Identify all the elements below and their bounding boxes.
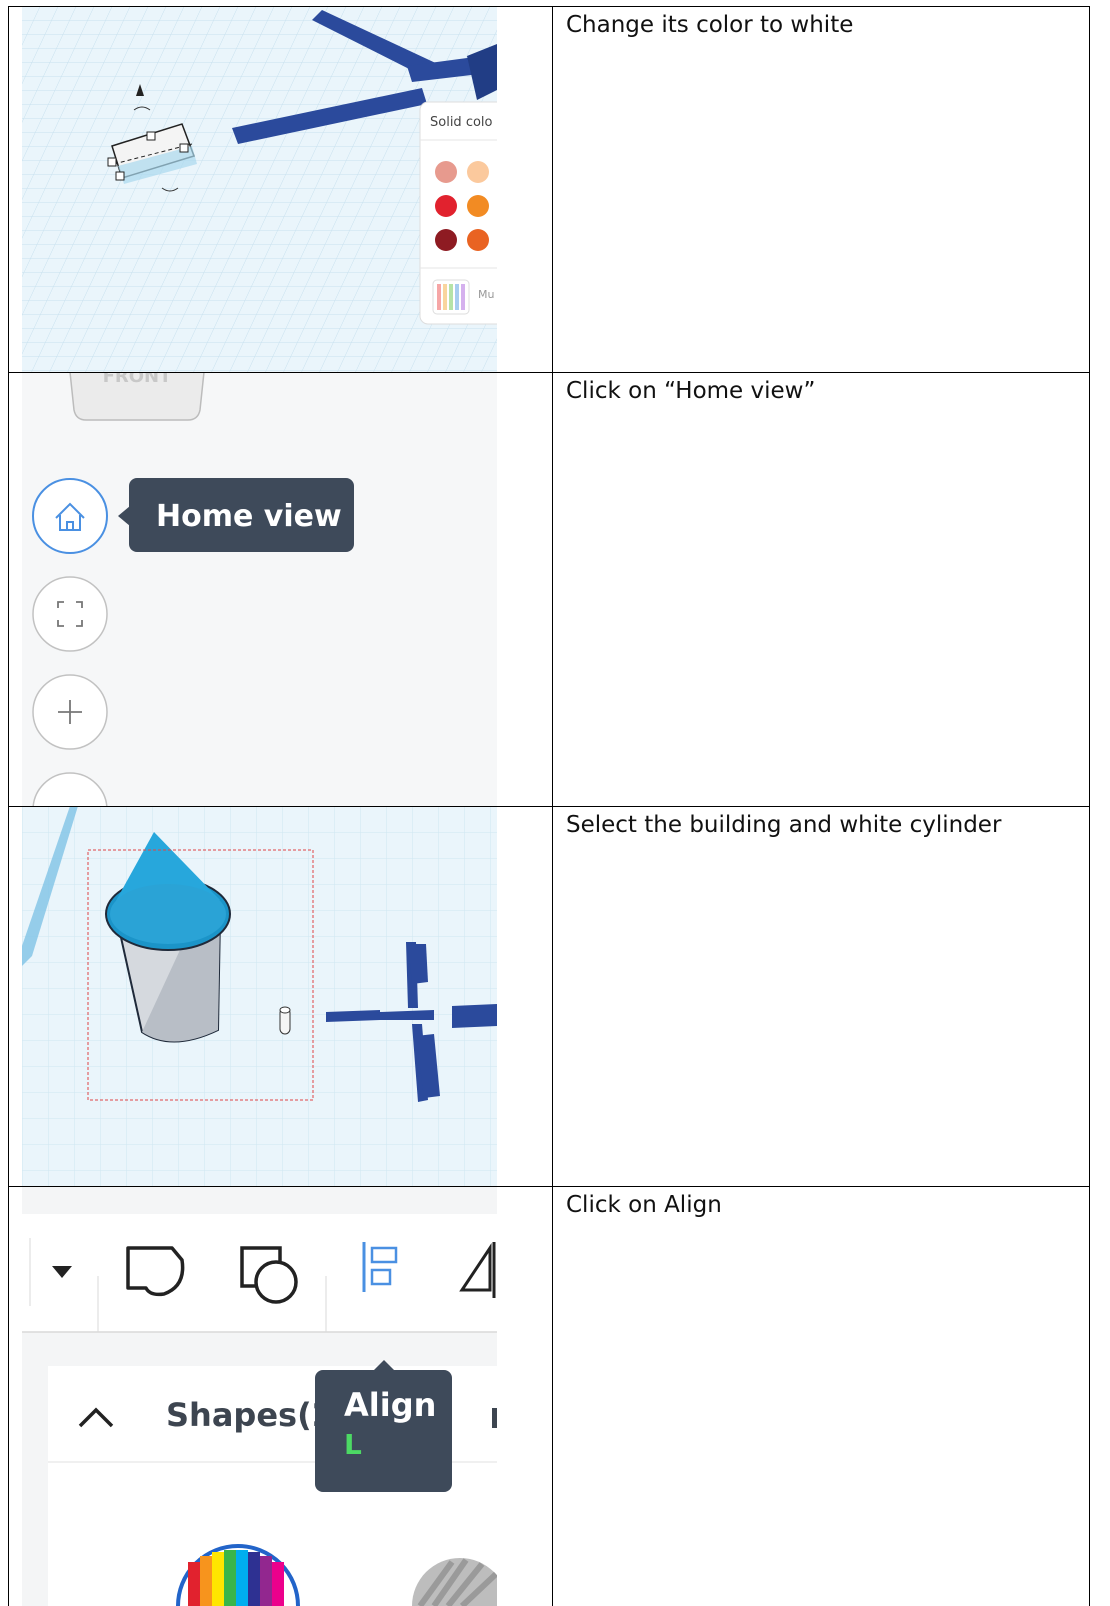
home-view-button[interactable] bbox=[32, 478, 108, 554]
align-tooltip: Align L bbox=[315, 1360, 452, 1492]
step-instruction: Click on “Home view” bbox=[566, 378, 816, 404]
table-border bbox=[1089, 6, 1090, 1606]
swatch[interactable] bbox=[467, 195, 489, 217]
step-instruction: Select the building and white cylinder bbox=[566, 812, 1002, 838]
step-screenshot-cell bbox=[8, 806, 553, 1186]
step-screenshot-cell: Solid colo Mu bbox=[8, 6, 553, 372]
table-row: Solid colo Mu Change its color to white bbox=[8, 6, 1090, 372]
table-border bbox=[8, 372, 1090, 373]
swatch[interactable] bbox=[467, 161, 489, 183]
step-instruction-cell: Change its color to white bbox=[552, 6, 1090, 372]
table-row: Select the building and white cylinder bbox=[8, 806, 1090, 1186]
instruction-table: Solid colo Mu Change its color to white … bbox=[8, 6, 1090, 1606]
swatch[interactable] bbox=[435, 161, 457, 183]
swatch[interactable] bbox=[435, 195, 457, 217]
step-instruction: Click on Align bbox=[566, 1192, 722, 1218]
fit-view-button[interactable] bbox=[32, 576, 108, 652]
table-row: FRONT Home view Click on “Home view” bbox=[8, 372, 1090, 806]
swatch[interactable] bbox=[435, 229, 457, 251]
table-border bbox=[8, 1186, 1090, 1187]
white-cylinder[interactable] bbox=[279, 1006, 291, 1035]
step1-screenshot: Solid colo Mu bbox=[22, 6, 497, 372]
tooltip-shortcut: L bbox=[344, 1428, 362, 1461]
table-border bbox=[8, 6, 1090, 7]
step3-screenshot bbox=[22, 806, 497, 1186]
tooltip-title: Align bbox=[344, 1386, 436, 1424]
table-border bbox=[8, 6, 9, 1606]
step-instruction-cell: Click on “Home view” bbox=[552, 372, 1090, 806]
tooltip-text: Home view bbox=[156, 499, 342, 534]
view-cube-label: FRONT bbox=[103, 372, 173, 387]
step4-screenshot: Shapes(2) Align L bbox=[22, 1186, 497, 1606]
step-instruction-cell: Click on Align bbox=[552, 1186, 1090, 1606]
step-instruction: Change its color to white bbox=[566, 12, 854, 38]
swatch[interactable] bbox=[467, 229, 489, 251]
multicolor-label: Mu bbox=[478, 288, 494, 301]
step2-screenshot: FRONT Home view bbox=[22, 372, 497, 806]
table-row: Shapes(2) Align L Click on Align bbox=[8, 1186, 1090, 1606]
step-instruction-cell: Select the building and white cylinder bbox=[552, 806, 1090, 1186]
home-view-tooltip: Home view bbox=[118, 478, 354, 552]
color-panel-title: Solid colo bbox=[430, 115, 493, 130]
multicolor-icon[interactable] bbox=[432, 279, 470, 315]
step-screenshot-cell: FRONT Home view bbox=[8, 372, 553, 806]
zoom-in-button[interactable] bbox=[32, 674, 108, 750]
step-screenshot-cell: Shapes(2) Align L bbox=[8, 1186, 553, 1606]
table-border bbox=[8, 806, 1090, 807]
